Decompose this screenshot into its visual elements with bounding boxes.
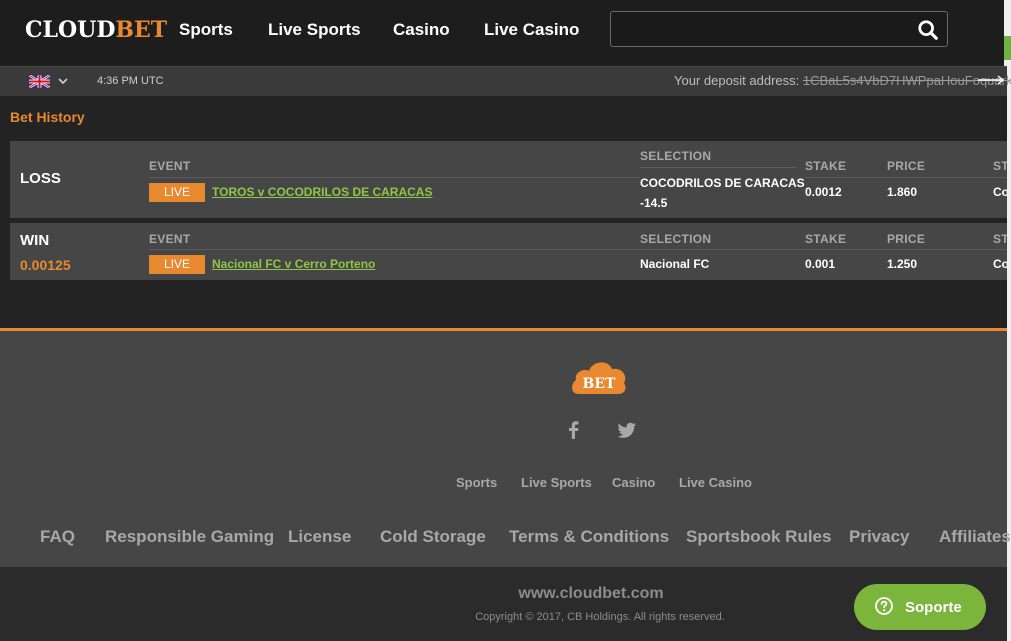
twitter-icon[interactable] [617,420,637,440]
deposit-address: Your deposit address: 1CBaL5s4VbD7HWPpaH… [674,73,1011,88]
status-header: ST [993,232,1007,246]
footer: BET Sports Live Sports Casino Live Casin… [0,328,1011,567]
logo-text-bet: BET [115,17,168,43]
divider [805,177,1007,178]
utc-time: 4:36 PM UTC [97,75,164,87]
nav-live-sports[interactable]: Live Sports [268,20,361,40]
status-header: ST [993,159,1007,173]
footer-link-live-casino[interactable]: Live Casino [679,475,752,490]
divider [149,177,640,178]
footer-cloudbet-logo[interactable]: BET [570,358,628,396]
price-value: 1.250 [887,257,918,271]
footer-link-casino[interactable]: Casino [612,475,655,490]
footer-link-affiliates[interactable]: Affiliates [939,527,1011,547]
event-link[interactable]: Nacional FC v Cerro Porteno [212,257,375,271]
divider [640,167,797,168]
support-label: Soporte [905,599,962,616]
uk-flag-icon[interactable] [29,75,50,88]
bet-card-loss: LOSS EVENT SELECTION STAKE PRICE ST LIVE… [10,141,1007,218]
logo-text-cloud: CLOUD [25,17,116,43]
footer-link-sports[interactable]: Sports [456,475,497,490]
stake-header: STAKE [805,159,847,173]
footer-link-license[interactable]: License [288,527,351,547]
status-value: Co [993,185,1007,199]
footer-link-terms[interactable]: Terms & Conditions [509,527,669,547]
price-value: 1.860 [887,185,918,199]
live-badge: LIVE [149,255,205,274]
selection-header: SELECTION [640,232,712,246]
page-title: Bet History [10,109,85,125]
help-circle-icon [875,597,893,615]
top-navigation-bar: CLOUDBET Sports Live Sports Casino Live … [0,0,1007,66]
selection-header: SELECTION [640,149,712,163]
footer-link-privacy[interactable]: Privacy [849,527,910,547]
footer-link-faq[interactable]: FAQ [40,527,75,547]
selection-value: COCODRILOS DE CARACAS [640,176,805,190]
win-amount: 0.00125 [20,257,71,273]
bet-card-win: WIN 0.00125 EVENT SELECTION STAKE PRICE … [10,223,1007,280]
deposit-label: Your deposit address: [674,73,800,88]
nav-sports[interactable]: Sports [179,20,233,40]
bet-result: LOSS [20,170,61,187]
arrow-right-icon [978,75,1005,85]
bet-result: WIN [20,232,50,249]
live-badge: LIVE [149,183,205,202]
footer-link-sportsbook-rules[interactable]: Sportsbook Rules [686,527,831,547]
footer-link-live-sports[interactable]: Live Sports [521,475,592,490]
search-input[interactable] [610,11,948,47]
footer-link-responsible-gaming[interactable]: Responsible Gaming [105,527,274,547]
stake-value: 0.001 [805,257,836,271]
footer-link-cold-storage[interactable]: Cold Storage [380,527,486,547]
nav-live-casino[interactable]: Live Casino [484,20,579,40]
footer-logo-text: BET [583,376,617,392]
cloudbet-logo[interactable]: CLOUDBET [25,17,167,43]
price-header: PRICE [887,159,926,173]
selection-value: Nacional FC [640,257,710,271]
event-link[interactable]: TOROS v COCODRILOS DE CARACAS [212,185,432,199]
status-value: Co [993,257,1007,271]
stake-value: 0.0012 [805,185,842,199]
support-button[interactable]: Soporte [854,584,986,630]
event-header: EVENT [149,232,191,246]
event-header: EVENT [149,159,191,173]
bet-history-section: Bet History LOSS EVENT SELECTION STAKE P… [0,96,1007,328]
divider [149,249,1007,250]
selection-line: -14.5 [640,196,668,210]
stake-header: STAKE [805,232,847,246]
nav-casino[interactable]: Casino [393,20,450,40]
search-icon[interactable] [917,19,939,41]
price-header: PRICE [887,232,926,246]
info-bar: 4:36 PM UTC Your deposit address: 1CBaL5… [0,66,1011,97]
right-edge-button[interactable] [1004,36,1011,60]
chevron-down-icon[interactable] [58,76,68,86]
facebook-icon[interactable] [564,420,584,440]
